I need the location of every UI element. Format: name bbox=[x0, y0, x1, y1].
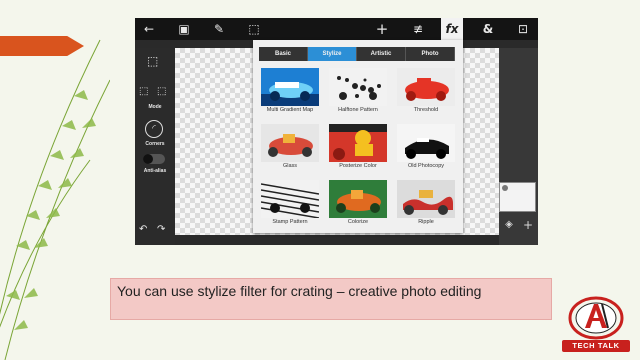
redo-icon[interactable]: ↷ bbox=[157, 224, 165, 235]
top-toolbar: ← ▣ ✎ ⬚ + ≢ fx & ⊡ bbox=[135, 18, 538, 40]
plus-icon[interactable]: + bbox=[371, 18, 393, 40]
corners-label: Corners bbox=[145, 141, 165, 147]
filter-label: Multi Gradient Map bbox=[266, 107, 314, 113]
tab-photo[interactable]: Photo bbox=[406, 47, 455, 61]
filter-thumb-threshold[interactable] bbox=[397, 68, 455, 106]
filter-thumb-ripple[interactable] bbox=[397, 180, 455, 218]
filter-label: Posterize Color bbox=[339, 163, 377, 169]
filter-label: Threshold bbox=[413, 107, 439, 113]
filter-label: Glass bbox=[282, 163, 298, 169]
add-layer-icon[interactable]: + bbox=[521, 218, 535, 232]
selection-icon[interactable]: ⬚ bbox=[243, 18, 265, 40]
filter-label: Halftone Pattern bbox=[338, 107, 378, 113]
tab-stylize[interactable]: Stylize bbox=[308, 47, 357, 61]
filter-label: Colorize bbox=[347, 219, 369, 225]
filter-thumb-halftone-pattern[interactable] bbox=[329, 68, 387, 106]
undo-icon[interactable]: ↶ bbox=[139, 224, 147, 235]
layers-icon[interactable]: ◈ bbox=[502, 219, 516, 230]
left-toolbar: ⬚ ⬚ ⬚ Mode ◜ Corners Anti-alias ↶ ↷ bbox=[135, 48, 175, 245]
filter-thumb-old-photocopy[interactable] bbox=[397, 124, 455, 162]
app-screenshot: ← ▣ ✎ ⬚ + ≢ fx & ⊡ ⬚ ⬚ ⬚ Mode ◜ Corners … bbox=[135, 18, 538, 245]
layers-panel bbox=[499, 48, 538, 245]
marquee-icon[interactable]: ⬚ bbox=[147, 54, 158, 68]
mode-label: Mode bbox=[148, 104, 162, 110]
filter-label: Old Photocopy bbox=[407, 163, 445, 169]
add-image-icon[interactable]: ▣ bbox=[173, 18, 195, 40]
slide-caption: You can use stylize filter for crating –… bbox=[110, 278, 552, 320]
filter-thumb-glass[interactable] bbox=[261, 124, 319, 162]
layer-thumbnail[interactable] bbox=[499, 182, 536, 212]
tab-artistic[interactable]: Artistic bbox=[357, 47, 406, 61]
brush-icon[interactable]: ✎ bbox=[208, 18, 230, 40]
add-selection-icon[interactable]: ⬚ bbox=[139, 86, 148, 97]
corners-icon[interactable]: ◜ bbox=[145, 120, 163, 138]
toggle-knob-icon bbox=[143, 154, 153, 164]
filter-label: Ripple bbox=[418, 219, 434, 225]
tab-basic[interactable]: Basic bbox=[259, 47, 308, 61]
filter-thumb-stamp-pattern[interactable] bbox=[261, 180, 319, 218]
subtract-selection-icon[interactable]: ⬚ bbox=[157, 86, 166, 97]
filter-thumb-colorize[interactable] bbox=[329, 180, 387, 218]
arrow-decoration bbox=[0, 36, 84, 56]
logo-text: TECH TALK bbox=[562, 340, 630, 352]
filter-thumb-posterize-color[interactable] bbox=[329, 124, 387, 162]
filter-label: Stamp Pattern bbox=[272, 219, 308, 225]
filter-thumb-multi-gradient-map[interactable] bbox=[261, 68, 319, 106]
adjust-icon[interactable]: ≢ bbox=[407, 18, 429, 40]
fit-screen-icon[interactable]: ⊡ bbox=[512, 18, 534, 40]
antialias-label: Anti-alias bbox=[143, 168, 167, 174]
fx-icon[interactable]: fx bbox=[441, 18, 463, 40]
ampersand-icon[interactable]: & bbox=[477, 18, 499, 40]
back-arrow-icon[interactable]: ← bbox=[138, 18, 160, 40]
filter-panel: Basic Stylize Artistic Photo Multi Gradi… bbox=[253, 40, 463, 233]
filter-tabs: Basic Stylize Artistic Photo bbox=[259, 47, 455, 61]
